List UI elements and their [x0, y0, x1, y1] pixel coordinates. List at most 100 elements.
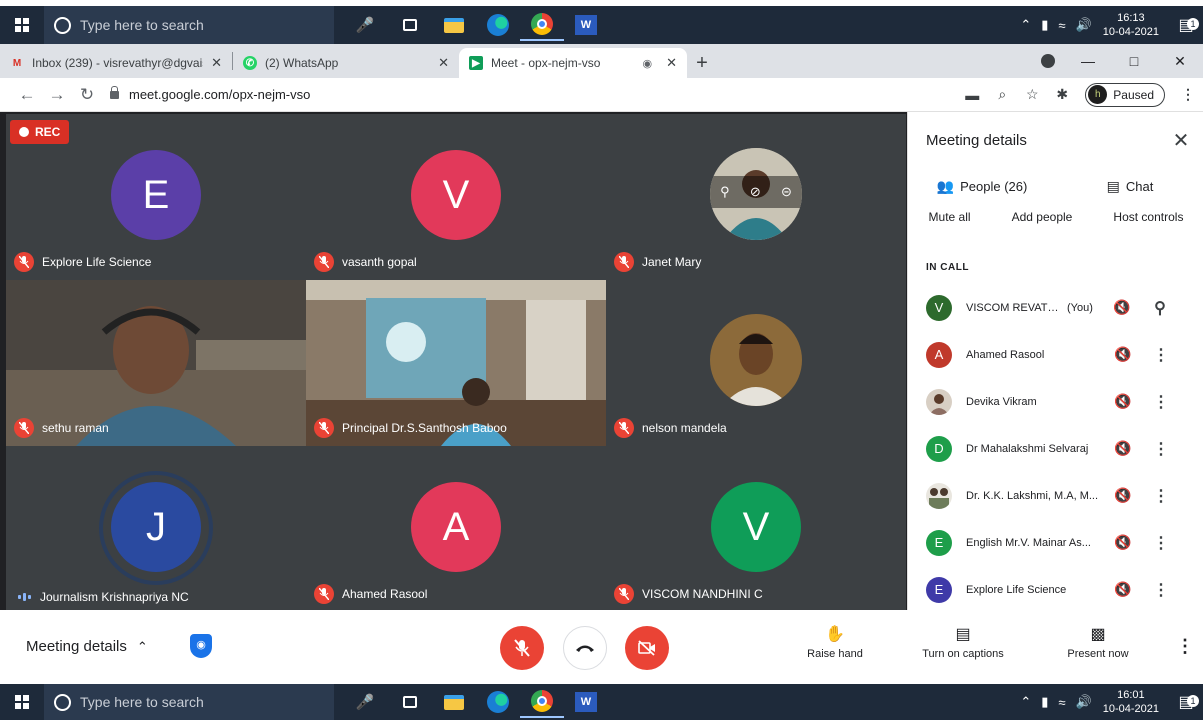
chrome-button[interactable]: [520, 9, 564, 41]
captions-button[interactable]: ▤ Turn on captions: [908, 624, 1018, 660]
more-options-icon[interactable]: ⋮: [1146, 486, 1176, 506]
volume-icon[interactable]: 🔊: [1076, 17, 1092, 33]
zoom-icon[interactable]: ⌕: [987, 86, 1017, 103]
mute-all-button[interactable]: Mute all: [929, 210, 971, 224]
chat-icon: ▤: [1106, 177, 1120, 194]
more-options-icon[interactable]: ⋮: [1146, 439, 1176, 459]
more-options-icon[interactable]: ⋮: [1146, 345, 1176, 365]
list-item[interactable]: E Explore Life Science 🔇 ⋮: [908, 566, 1203, 613]
notification-button[interactable]: ▤ 1: [1169, 692, 1203, 712]
participant-tile[interactable]: V VISCOM NANDHINI C: [606, 446, 906, 612]
meeting-details-toggle[interactable]: Meeting details ⌃: [26, 638, 148, 655]
person-avatar: V: [926, 294, 952, 321]
more-options-icon[interactable]: ⋮: [1176, 636, 1194, 657]
list-item[interactable]: Devika Vikram 🔇 ⋮: [908, 378, 1203, 425]
mic-toggle-button[interactable]: [500, 626, 544, 670]
tab-people[interactable]: 👥 People (26): [908, 170, 1056, 202]
word-button[interactable]: W: [564, 9, 608, 41]
tab-title: Inbox (239) - visrevathyr@dgvais: [32, 56, 204, 70]
browser-profile-icon[interactable]: [1041, 54, 1055, 68]
more-options-icon[interactable]: ⋮: [1146, 392, 1176, 412]
tab-whatsapp[interactable]: ✆ (2) WhatsApp ✕: [233, 48, 459, 78]
task-view-button[interactable]: [388, 686, 432, 718]
profile-avatar: h: [1088, 85, 1108, 104]
taskbar-search-box[interactable]: Type here to search: [44, 6, 334, 44]
close-tab-icon[interactable]: ✕: [203, 55, 222, 71]
raise-hand-button[interactable]: ✋ Raise hand: [780, 624, 890, 660]
word-button[interactable]: W: [564, 686, 608, 718]
microphone-icon[interactable]: 🎤: [352, 693, 378, 711]
recording-dot-icon: [19, 127, 29, 137]
browser-menu-icon[interactable]: ⋮: [1173, 86, 1203, 103]
chevron-up-icon[interactable]: ⌃: [1020, 694, 1031, 710]
person-name: Explore Life Science: [966, 583, 1067, 596]
tab-chat[interactable]: ▤ Chat: [1056, 170, 1203, 202]
list-item[interactable]: A Ahamed Rasool 🔇 ⋮: [908, 331, 1203, 378]
list-item[interactable]: D Dr Mahalakshmi Selvaraj 🔇 ⋮: [908, 425, 1203, 472]
participant-tile[interactable]: V vasanth gopal: [306, 114, 606, 280]
file-explorer-button[interactable]: [432, 686, 476, 718]
present-now-button[interactable]: ▩ Present now: [1043, 624, 1153, 660]
camera-toggle-button[interactable]: [625, 626, 669, 670]
close-panel-icon[interactable]: ✕: [1169, 128, 1193, 153]
participant-video-tile[interactable]: Principal Dr.S.Santhosh Baboo: [306, 280, 606, 446]
chrome-button[interactable]: [520, 686, 564, 718]
close-window-button[interactable]: ✕: [1157, 53, 1203, 70]
pin-icon[interactable]: ⚲: [1145, 298, 1175, 318]
mute-icon[interactable]: ⊘: [750, 184, 761, 200]
list-item[interactable]: V VISCOM REVATH... (You) 🔇 ⚲: [908, 284, 1203, 331]
more-options-icon[interactable]: ⋮: [1146, 533, 1176, 553]
leave-call-button[interactable]: [563, 626, 607, 670]
host-controls-button[interactable]: Host controls: [1113, 210, 1183, 224]
bookmark-star-icon[interactable]: ☆: [1017, 86, 1047, 103]
new-tab-button[interactable]: +: [687, 48, 717, 78]
security-shield-icon[interactable]: ◉: [190, 634, 212, 658]
close-tab-icon[interactable]: ✕: [658, 55, 677, 71]
start-button[interactable]: [0, 6, 44, 44]
reload-button[interactable]: ↻: [72, 85, 102, 105]
list-item[interactable]: E English Mr.V. Mainar As... 🔇 ⋮: [908, 519, 1203, 566]
more-options-icon[interactable]: ⋮: [1146, 580, 1176, 600]
meet-icon: ▶: [469, 56, 483, 70]
back-button[interactable]: ←: [12, 85, 42, 105]
tab-meet[interactable]: ▶ Meet - opx-nejm-vso ◉ ✕: [459, 48, 687, 78]
tab-title: (2) WhatsApp: [265, 56, 339, 70]
microphone-icon[interactable]: 🎤: [352, 16, 378, 34]
task-view-button[interactable]: [388, 9, 432, 41]
address-bar[interactable]: meet.google.com/opx-nejm-vso: [110, 82, 310, 108]
chevron-up-icon[interactable]: ⌃: [1020, 17, 1031, 33]
participant-video-tile[interactable]: sethu raman: [6, 280, 306, 446]
extensions-icon[interactable]: ✱: [1047, 86, 1077, 103]
edge-button[interactable]: [476, 9, 520, 41]
pin-icon[interactable]: ⚲: [720, 184, 730, 200]
start-button[interactable]: [0, 684, 44, 720]
volume-icon[interactable]: 🔊: [1076, 694, 1092, 710]
close-tab-icon[interactable]: ✕: [430, 55, 449, 71]
clock[interactable]: 16:13 10-04-2021: [1103, 11, 1159, 39]
camera-in-use-icon[interactable]: ▬: [957, 87, 987, 103]
participant-tile[interactable]: J Journalism Krishnapriya NC: [6, 446, 306, 612]
notification-button[interactable]: ▤ 1: [1169, 15, 1203, 35]
participant-tile[interactable]: nelson mandela: [606, 280, 906, 446]
file-explorer-button[interactable]: [432, 9, 476, 41]
battery-icon[interactable]: ▮: [1041, 17, 1048, 33]
forward-button[interactable]: →: [42, 85, 72, 105]
chevron-up-icon: ⌃: [136, 638, 148, 654]
remove-icon[interactable]: ⊝: [781, 184, 792, 200]
mic-off-icon: [614, 584, 634, 604]
present-label: Present now: [1067, 648, 1129, 660]
participant-tile[interactable]: A Ahamed Rasool: [306, 446, 606, 612]
tab-gmail[interactable]: M Inbox (239) - visrevathyr@dgvais ✕: [0, 48, 232, 78]
participant-tile[interactable]: ⚲ ⊘ ⊝ Janet Mary: [606, 114, 906, 280]
battery-icon[interactable]: ▮: [1041, 694, 1048, 710]
list-item[interactable]: Dr. K.K. Lakshmi, M.A, M... 🔇 ⋮: [908, 472, 1203, 519]
add-people-button[interactable]: Add people: [1012, 210, 1073, 224]
clock[interactable]: 16:01 10-04-2021: [1103, 688, 1159, 716]
edge-button[interactable]: [476, 686, 520, 718]
maximize-button[interactable]: □: [1111, 53, 1157, 69]
wifi-icon[interactable]: ≈: [1058, 695, 1065, 710]
wifi-icon[interactable]: ≈: [1058, 18, 1065, 33]
taskbar-search-box[interactable]: Type here to search: [44, 684, 334, 720]
profile-sync-button[interactable]: h Paused: [1085, 82, 1165, 107]
minimize-button[interactable]: —: [1065, 53, 1111, 69]
